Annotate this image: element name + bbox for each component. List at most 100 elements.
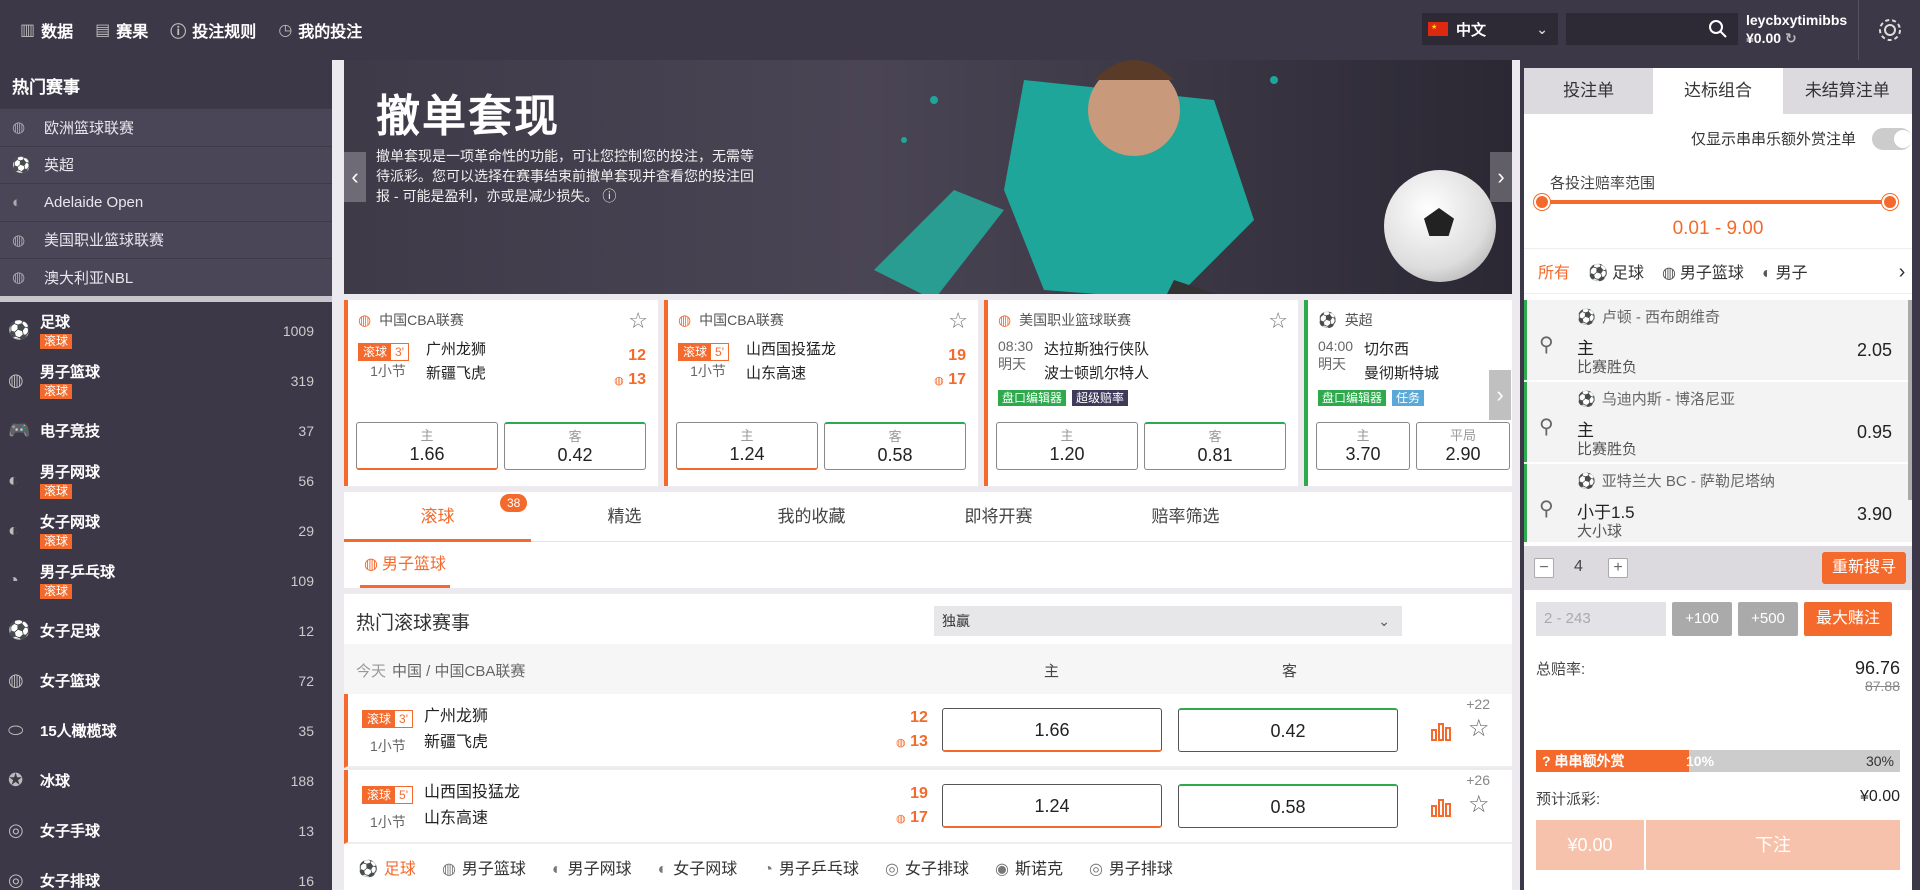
star-icon[interactable]: ☆ — [948, 308, 968, 334]
bet-selection[interactable]: ⚲ ⚽ 亚特兰大 BC - 萨勒尼塔纳 小于1.5 大小球 3.90 — [1524, 464, 1912, 542]
question-icon[interactable]: ? — [1542, 753, 1551, 769]
pin-icon[interactable]: ⚲ — [1539, 496, 1554, 521]
pin-icon[interactable]: ⚲ — [1539, 332, 1554, 357]
tab-odds-filter[interactable]: 赔率筛选 — [1092, 492, 1279, 542]
amount-button[interactable]: ¥0.00 — [1536, 820, 1644, 870]
nav-rules[interactable]: ⓘ 投注规则 — [170, 18, 256, 42]
filter-basketball[interactable]: ◍ 男子篮球 — [1662, 259, 1744, 283]
stats-icon[interactable] — [1430, 720, 1452, 742]
place-bet-button[interactable]: 下注 — [1646, 820, 1900, 870]
add-500-button[interactable]: +500 — [1738, 602, 1798, 636]
hot-item[interactable]: ◍ 欧洲篮球联赛 — [0, 108, 332, 146]
nav-results[interactable]: ▤ 赛果 — [95, 18, 148, 42]
odds-button-away[interactable]: 客 0.81 — [1144, 422, 1286, 470]
tab-combo[interactable]: 达标组合 — [1653, 68, 1783, 114]
plus-button[interactable]: + — [1608, 558, 1628, 578]
minus-button[interactable]: − — [1534, 558, 1554, 578]
odds-button-away[interactable]: 0.42 — [1178, 708, 1398, 752]
odds-button-away[interactable]: 平局 2.90 — [1416, 422, 1510, 470]
research-button[interactable]: 重新搜寻 — [1821, 552, 1906, 584]
tab-favorites[interactable]: 我的收藏 — [718, 492, 905, 542]
tab-featured[interactable]: 精选 — [531, 492, 718, 542]
sport-item[interactable]: ✪ 冰球 188 — [0, 756, 332, 806]
odds-button-home[interactable]: 主 1.20 — [996, 422, 1138, 470]
odds-button-home[interactable]: 1.24 — [942, 784, 1162, 828]
hot-item[interactable]: ⚽ 英超 — [0, 145, 332, 184]
sport-item[interactable]: 🎮 电子竞技 37 — [0, 406, 332, 456]
odds-button-away[interactable]: 客 0.42 — [504, 422, 646, 470]
tab-upcoming[interactable]: 即将开赛 — [905, 492, 1092, 542]
sport-filter-item[interactable]: ◎ 男子排球 — [1089, 855, 1173, 879]
match-card[interactable]: ◍ 中国CBA联赛 ☆ 滚球 5' 1小节 山西国投猛龙 山东高速 19 ◍ 17 主1… — [664, 300, 978, 486]
sport-item[interactable]: ⬭ 15人橄榄球 35 — [0, 706, 332, 756]
nav-my-bets[interactable]: ◷ 我的投注 — [278, 18, 362, 42]
language-select[interactable]: 中文 ⌄ — [1422, 13, 1558, 45]
subtab-mens-basketball[interactable]: ◍ 男子篮球 — [360, 548, 450, 588]
promo-banner[interactable]: 撤单套现 撤单套现是一项革命性的功能，可让您控制您的投注，无需等待派彩。您可以选… — [344, 60, 1512, 294]
range-min-handle[interactable] — [1534, 194, 1550, 210]
bet-selection[interactable]: ⚲ ⚽ 卢顿 - 西布朗维奇 主 比赛胜负 2.05 — [1524, 300, 1912, 380]
nav-data[interactable]: ▥ 数据 — [20, 18, 73, 42]
odds-button-home[interactable]: 主 3.70 — [1316, 422, 1410, 470]
sport-item[interactable]: ◎ 女子手球 13 — [0, 806, 332, 856]
add-100-button[interactable]: +100 — [1672, 602, 1732, 636]
chevron-right-icon[interactable]: › — [1892, 249, 1912, 293]
star-icon[interactable]: ☆ — [628, 308, 648, 334]
sport-item[interactable]: ◎ 女子排球 16 — [0, 856, 332, 890]
bonus-only-toggle[interactable] — [1872, 128, 1912, 150]
sport-filter-item[interactable]: ⚽ 足球 — [358, 855, 416, 879]
cards-next-button[interactable]: › — [1489, 370, 1511, 420]
odds-button-away[interactable]: 0.58 — [1178, 784, 1398, 828]
stats-icon[interactable] — [1430, 796, 1452, 818]
sport-filter-item[interactable]: ◐ 男子网球 — [552, 855, 632, 879]
tab-bet-slip[interactable]: 投注单 — [1524, 68, 1653, 114]
stake-input[interactable]: 2 - 243 — [1536, 602, 1666, 636]
filter-all[interactable]: 所有 — [1538, 259, 1570, 283]
sport-item[interactable]: ⚽ 足球 滚球 1009 — [0, 306, 332, 356]
more-markets-count[interactable]: +22 — [1466, 696, 1490, 712]
hot-item[interactable]: ◍ 澳大利亚NBL — [0, 258, 332, 296]
range-max-handle[interactable] — [1882, 194, 1898, 210]
pin-icon[interactable]: ⚲ — [1539, 414, 1554, 439]
sport-item[interactable]: ◐ 女子网球 滚球 29 — [0, 506, 332, 556]
sport-item[interactable]: ◐ 男子网球 滚球 56 — [0, 456, 332, 506]
banner-prev-button[interactable]: ‹ — [344, 152, 366, 202]
match-row[interactable]: 滚球 5' 1小节 山西国投猛龙 山东高速 19 ◍ 17 1.24 0.58 +26… — [344, 770, 1512, 844]
odds-button-home[interactable]: 主 1.24 — [676, 422, 818, 470]
sport-filter-item[interactable]: ◍ 男子篮球 — [442, 855, 526, 879]
question-icon[interactable]: ⓘ — [602, 188, 616, 204]
match-row[interactable]: 滚球 3' 1小节 广州龙狮 新疆飞虎 12 ◍ 13 1.66 0.42 +22 ☆ — [344, 694, 1512, 768]
more-markets-count[interactable]: +26 — [1466, 772, 1490, 788]
hot-item[interactable]: ◍ 美国职业篮球联赛 — [0, 220, 332, 259]
filter-tennis[interactable]: ◐ 男子 — [1762, 259, 1808, 283]
refresh-icon[interactable]: ↻ — [1785, 30, 1797, 46]
search-icon[interactable] — [1708, 19, 1728, 39]
sport-filter-item[interactable]: ◉ 斯诺克 — [995, 855, 1063, 879]
odds-button-away[interactable]: 客 0.58 — [824, 422, 966, 470]
sport-item[interactable]: ◔ 男子乒乓球 滚球 109 — [0, 556, 332, 606]
scrollbar[interactable] — [1908, 300, 1912, 500]
market-select[interactable]: 独赢 ⌄ — [934, 606, 1402, 636]
match-card[interactable]: ◍ 美国职业篮球联赛 ☆ 08:30 明天 达拉斯独行侠队 波士顿凯尔特人 盘口编辑器… — [984, 300, 1298, 486]
star-icon[interactable]: ☆ — [1268, 308, 1288, 334]
tab-unsettled[interactable]: 未结算注单 — [1783, 68, 1912, 114]
settings-button[interactable] — [1858, 0, 1920, 60]
odds-button-home[interactable]: 1.66 — [942, 708, 1162, 752]
star-icon[interactable]: ☆ — [1468, 714, 1490, 743]
sport-item[interactable]: ◍ 男子篮球 滚球 319 — [0, 356, 332, 406]
sport-filter-item[interactable]: ◔ 男子乒乓球 — [763, 855, 859, 879]
filter-soccer[interactable]: ⚽ 足球 — [1588, 259, 1644, 283]
match-card[interactable]: ◍ 中国CBA联赛 ☆ 滚球 3' 1小节 广州龙狮 新疆飞虎 12 ◍ 13 主 1.6… — [344, 300, 658, 486]
match-card[interactable]: ⚽英超 ☆ 04:00明天 切尔西曼彻斯特城 盘口编辑器任务 主3.70 平局2… — [1304, 300, 1512, 486]
sport-item[interactable]: ◍ 女子篮球 72 — [0, 656, 332, 706]
bet-selection[interactable]: ⚲ ⚽ 乌迪内斯 - 博洛尼亚 主 比赛胜负 0.95 — [1524, 382, 1912, 462]
star-icon[interactable]: ☆ — [1468, 790, 1490, 819]
tab-live[interactable]: 滚球 38 — [344, 492, 531, 542]
search-input[interactable] — [1566, 13, 1696, 45]
sport-filter-item[interactable]: ◎ 女子排球 — [885, 855, 969, 879]
odds-range-slider[interactable] — [1534, 194, 1898, 210]
banner-next-button[interactable]: › — [1490, 152, 1512, 202]
sport-filter-item[interactable]: ◐ 女子网球 — [658, 855, 738, 879]
max-stake-button[interactable]: 最大赌注 — [1804, 602, 1892, 636]
sport-item[interactable]: ⚽ 女子足球 12 — [0, 606, 332, 656]
